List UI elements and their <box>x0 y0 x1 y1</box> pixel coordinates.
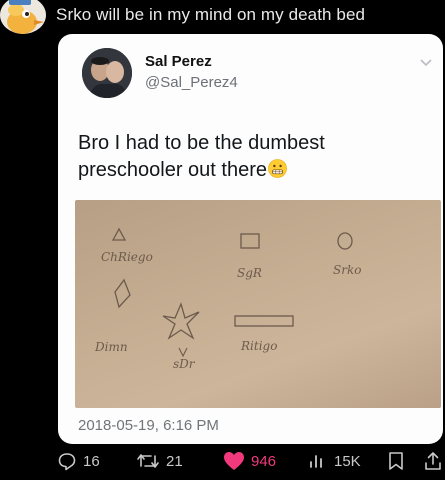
tweet-card[interactable]: Sal Perez @Sal_Perez4 Bro I had to be th… <box>58 34 443 444</box>
grimacing-face-icon <box>268 159 287 178</box>
triangle-shape <box>111 227 127 241</box>
share-icon <box>425 452 441 470</box>
drawing-label: SgR <box>237 266 262 280</box>
square-shape <box>240 233 260 249</box>
drawing-label: sDr <box>173 357 196 371</box>
tweet-timestamp[interactable]: 2018-05-19, 6:16 PM <box>78 417 219 434</box>
chevron-down-icon[interactable] <box>419 58 433 68</box>
author-handle[interactable]: @Sal_Perez4 <box>145 74 238 91</box>
drawing-label: Dimn <box>94 340 128 354</box>
post-caption: Srko will be in my mind on my death bed <box>56 5 366 24</box>
drawing-label: Ritigo <box>240 339 277 353</box>
reply-count: 16 <box>83 452 100 470</box>
tweet-text: Bro I had to be the dumbest preschooler … <box>78 130 368 184</box>
retweet-button[interactable]: 21 <box>136 449 183 473</box>
views-icon <box>310 455 322 468</box>
tweet-body: Bro I had to be the dumbest preschooler … <box>78 132 325 181</box>
views-button[interactable]: 15K <box>308 449 361 473</box>
author-avatar[interactable] <box>82 48 132 98</box>
heart-icon <box>224 452 244 470</box>
drawing-label: Srko <box>333 263 361 277</box>
action-bar: 16 21 946 15K <box>0 444 445 480</box>
share-button[interactable] <box>424 449 445 473</box>
views-count: 15K <box>334 452 361 470</box>
diamond-shape <box>114 278 131 309</box>
retweet-count: 21 <box>166 452 183 470</box>
drawing-label: ChRiego <box>101 250 153 264</box>
reply-button[interactable]: 16 <box>57 449 100 473</box>
bookmark-icon <box>389 452 403 470</box>
circle-shape <box>337 232 353 250</box>
retweet-icon <box>137 454 159 468</box>
reply-icon <box>58 453 76 471</box>
poster-avatar[interactable] <box>0 0 46 34</box>
rectangle-shape <box>234 315 294 327</box>
tweet-photo[interactable]: ChRiego SgR Srko Dimn sDr Ritigo <box>75 200 441 408</box>
star-shape <box>162 302 200 340</box>
bookmark-button[interactable] <box>388 449 410 473</box>
author-name[interactable]: Sal Perez <box>145 53 212 70</box>
like-button[interactable]: 946 <box>223 449 276 473</box>
post-header: Srko will be in my mind on my death bed <box>0 0 445 36</box>
like-count: 946 <box>251 452 277 470</box>
